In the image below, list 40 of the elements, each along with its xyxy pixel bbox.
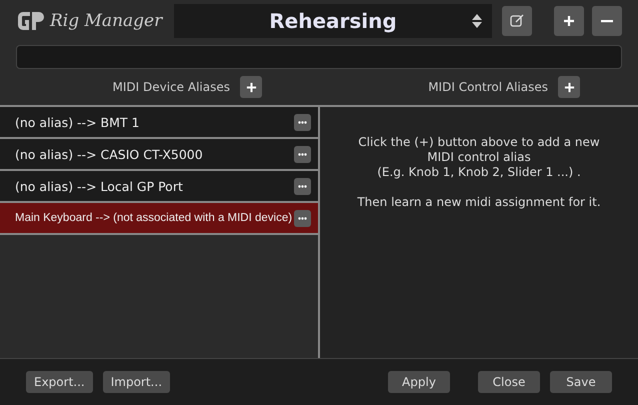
app-name: Rig Manager xyxy=(50,11,162,31)
more-icon xyxy=(298,216,307,220)
plus-icon xyxy=(246,82,256,92)
alias-row[interactable]: Main Keyboard --> (not associated with a MIDI device) xyxy=(0,203,318,235)
more-icon xyxy=(298,184,307,188)
alias-label: (no alias) --> BMT 1 xyxy=(15,114,140,130)
name-field[interactable] xyxy=(16,45,622,69)
logo-icon xyxy=(16,9,46,33)
plus-icon xyxy=(563,15,575,27)
more-button[interactable] xyxy=(294,178,311,194)
plus-icon xyxy=(564,82,574,92)
footer-button[interactable]: Close xyxy=(478,371,540,393)
alias-row[interactable]: (no alias) --> CASIO CT-X5000 xyxy=(0,139,318,171)
more-button[interactable] xyxy=(294,146,311,162)
hint-text: Click the (+) button above to add a new MIDI control alias (E.g. Knob 1, Knob 2, Slider 1 ...) . xyxy=(358,135,600,180)
more-icon xyxy=(298,120,307,124)
footer-button[interactable]: Save xyxy=(550,371,612,393)
alias-row[interactable]: (no alias) --> BMT 1 xyxy=(0,107,318,139)
hint-text: Then learn a new midi assignment for it. xyxy=(357,195,601,210)
more-button[interactable] xyxy=(294,210,311,226)
edit-button[interactable] xyxy=(502,6,532,36)
section-title: MIDI Device Aliases xyxy=(112,80,230,94)
add-control-alias-button[interactable] xyxy=(558,76,580,98)
alias-label: Main Keyboard --> (not associated with a MIDI device) xyxy=(15,212,292,224)
footer-button[interactable]: Apply xyxy=(388,371,450,393)
footer-button[interactable]: Import... xyxy=(102,371,170,393)
alias-row[interactable]: (no alias) --> Local GP Port xyxy=(0,171,318,203)
edit-icon xyxy=(510,14,524,28)
more-icon xyxy=(298,152,307,156)
remove-rig-button[interactable] xyxy=(592,6,622,36)
rig-selector[interactable]: Rehearsing xyxy=(174,4,492,38)
more-button[interactable] xyxy=(294,114,311,130)
add-device-alias-button[interactable] xyxy=(240,76,262,98)
footer-button[interactable]: Export... xyxy=(26,371,93,393)
minus-icon xyxy=(601,20,613,22)
add-rig-button[interactable] xyxy=(554,6,584,36)
alias-label: (no alias) --> CASIO CT-X5000 xyxy=(15,146,203,162)
alias-label: (no alias) --> Local GP Port xyxy=(15,178,183,194)
section-title: MIDI Control Aliases xyxy=(428,80,548,94)
up-down-icon xyxy=(472,14,482,28)
